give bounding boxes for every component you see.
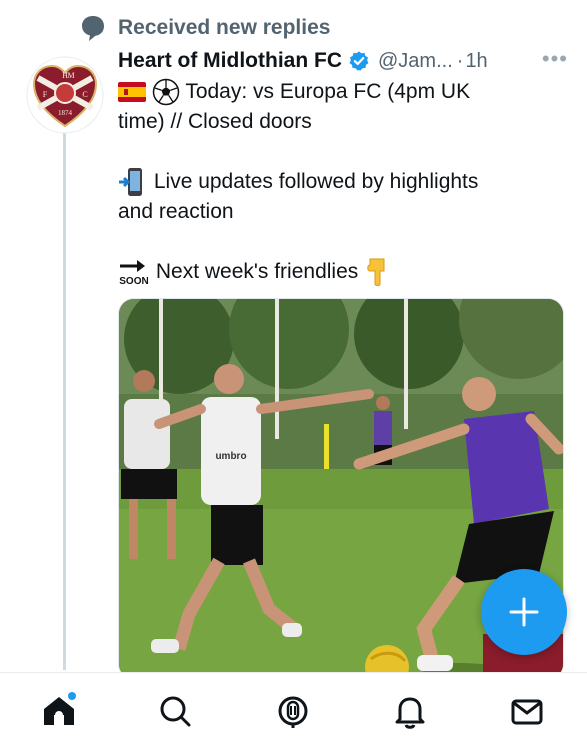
tweet-text-line: and reaction xyxy=(118,200,234,223)
tweet-line-1: Today: vs Europa FC (4pm UK xyxy=(118,77,470,107)
tweet-text-line: Next week's friendlies xyxy=(155,260,359,283)
verified-badge-icon xyxy=(349,51,369,71)
notification-text: Received new replies xyxy=(118,16,331,39)
tab-spaces[interactable] xyxy=(273,691,313,731)
mobile-phone-arrow-icon xyxy=(119,168,142,197)
tab-search[interactable] xyxy=(155,691,195,731)
tweet-text-line: time) // Closed doors xyxy=(118,110,312,133)
speech-bubble-icon xyxy=(82,16,104,41)
spain-flag-icon xyxy=(118,82,146,103)
tab-home[interactable] xyxy=(39,691,79,731)
crest-letter-right: C xyxy=(82,90,87,99)
tweet-line-5: SOON Next week's friendlies xyxy=(118,257,390,287)
pointing-down-hand-icon xyxy=(367,258,385,287)
home-icon xyxy=(44,692,76,725)
soccer-ball-icon xyxy=(152,79,180,106)
mail-icon xyxy=(511,699,543,725)
time-separator: · xyxy=(456,49,464,72)
bell-icon xyxy=(395,697,425,729)
bottom-tab-bar xyxy=(0,672,587,751)
tweet-time[interactable]: 1h xyxy=(465,50,487,73)
soon-arrow-icon: SOON xyxy=(119,260,149,287)
tweet-text-line: Live updates followed by highlights xyxy=(153,170,479,193)
compose-button[interactable] xyxy=(481,569,567,655)
author-handle[interactable]: @Jam... xyxy=(378,50,453,73)
spaces-mic-icon xyxy=(278,696,308,728)
soon-label: SOON xyxy=(119,276,148,287)
thread-line xyxy=(63,132,66,670)
crest-letter-m: M xyxy=(67,71,74,80)
tab-messages[interactable] xyxy=(507,691,547,731)
tweet-header: Heart of Midlothian FC @Jam... · 1h ••• xyxy=(118,46,568,76)
tweet-line-2: time) // Closed doors xyxy=(118,107,312,137)
crest-year: 1874 xyxy=(58,109,73,117)
more-options-icon[interactable]: ••• xyxy=(542,46,568,72)
avatar[interactable]: H F C M 1874 xyxy=(26,56,104,134)
tweet-line-3: Live updates followed by highlights xyxy=(118,167,478,197)
tab-notifications[interactable] xyxy=(390,691,430,731)
search-icon xyxy=(160,696,191,727)
author-name[interactable]: Heart of Midlothian FC xyxy=(118,49,342,73)
tweet-line-4: and reaction xyxy=(118,197,234,227)
bib-brand: umbro xyxy=(215,451,246,462)
tweet-text-line: Today: vs Europa FC (4pm UK xyxy=(185,80,471,103)
compose-plus-icon xyxy=(509,597,539,627)
crest-letter-left: F xyxy=(43,90,48,99)
